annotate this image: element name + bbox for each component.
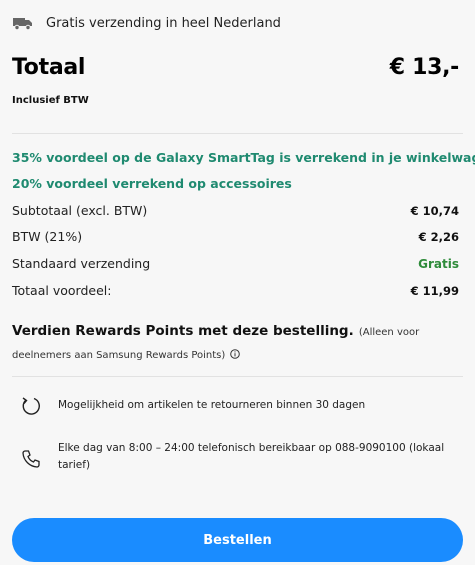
summary-value: € 11,99 [410,283,459,298]
summary-savings: Totaal voordeel: € 11,99 [12,283,459,298]
summary-value: € 2,26 [418,229,459,244]
summary-shipping: Standaard verzending Gratis [12,256,459,271]
rewards-title: Verdien Rewards Points met deze bestelli… [12,323,354,339]
rewards-notice: Verdien Rewards Points met deze bestelli… [12,320,455,366]
info-icon[interactable] [230,344,241,359]
return-icon [20,395,42,417]
service-phone: Elke dag van 8:00 – 24:00 telefonisch be… [20,440,455,474]
divider [12,376,463,377]
summary-value: Gratis [418,256,459,271]
total-label: Totaal [12,55,86,80]
summary-label: Standaard verzending [12,256,151,271]
service-text: Elke dag van 8:00 – 24:00 telefonisch be… [58,442,445,471]
summary-subtotal: Subtotaal (excl. BTW) € 10,74 [12,203,459,218]
shipping-banner: Gratis verzending in heel Nederland [12,12,281,34]
truck-icon [12,15,34,31]
service-returns: Mogelijkheid om artikelen te retourneren… [20,395,455,417]
summary-label: Subtotaal (excl. BTW) [12,203,148,218]
total-value: € 13,- [389,55,460,80]
vat-note: Inclusief BTW [12,95,89,106]
summary-label: BTW (21%) [12,229,83,244]
divider [12,133,463,134]
promo-accessories: 20% voordeel verrekend op accessoires [12,176,292,191]
summary-value: € 10,74 [410,203,459,218]
shipping-text: Gratis verzending in heel Nederland [46,15,281,31]
total-row: Totaal € 13,- [12,55,459,80]
order-button[interactable]: Bestellen [12,518,463,562]
summary-label: Totaal voordeel: [12,283,112,298]
promo-smarttag: 35% voordeel op de Galaxy SmartTag is ve… [12,150,475,165]
phone-icon [20,448,42,470]
summary-vat: BTW (21%) € 2,26 [12,229,459,244]
service-text: Mogelijkheid om artikelen te retourneren… [58,399,366,411]
